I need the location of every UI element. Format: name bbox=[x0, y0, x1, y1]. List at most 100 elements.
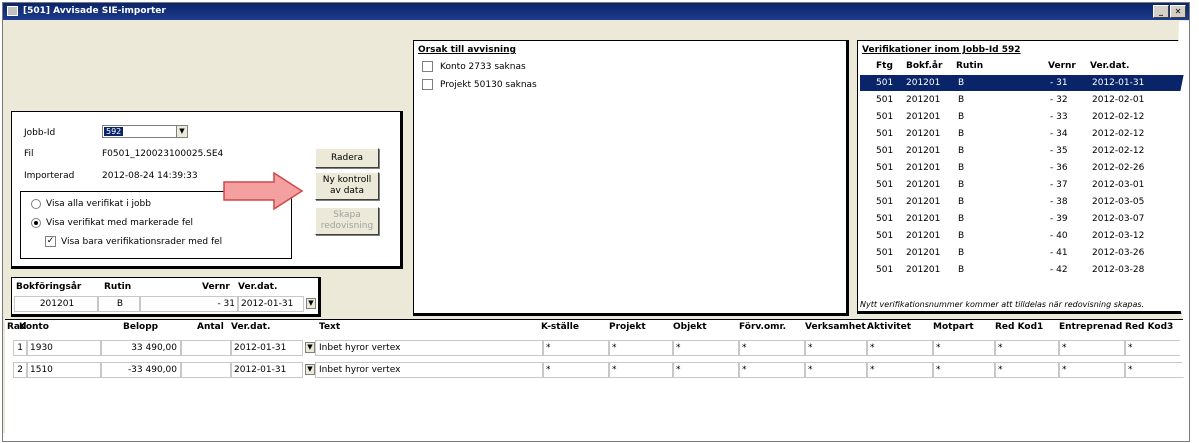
grid-dim-cell[interactable]: * bbox=[1059, 340, 1125, 356]
verifikation-row[interactable]: 501 201201 B - 34 2012-02-12 bbox=[860, 126, 1189, 142]
jobb-id-select[interactable]: 592 ▼ bbox=[102, 125, 188, 138]
minimize-button[interactable]: _ bbox=[1153, 5, 1169, 18]
grid-header: Rad Konto Belopp Antal Ver.dat. Text K-ställe P… bbox=[5, 322, 1189, 336]
grid-header-7: Projekt bbox=[609, 322, 646, 332]
verifikation-row[interactable]: 501 201201 B - 36 2012-02-26 bbox=[860, 160, 1189, 176]
grid-dim-cell[interactable]: * bbox=[933, 340, 995, 356]
ver-vernr: - 33 bbox=[1050, 112, 1068, 122]
grid-dim-cell[interactable]: * bbox=[995, 362, 1059, 378]
ver-datum: 2012-03-01 bbox=[1092, 180, 1145, 190]
ver-datum: 2012-03-12 bbox=[1092, 231, 1145, 241]
grid-dim-cell[interactable]: * bbox=[1125, 340, 1189, 356]
chevron-down-icon[interactable]: ▼ bbox=[305, 364, 315, 375]
ver-ar: 201201 bbox=[906, 265, 941, 275]
grid-antal[interactable] bbox=[181, 340, 231, 356]
grid-belopp[interactable]: -33 490,00 bbox=[101, 362, 181, 378]
rows-grid: Rad Konto Belopp Antal Ver.dat. Text K-ställe P… bbox=[5, 319, 1189, 441]
grid-dim-cell[interactable]: * bbox=[673, 362, 739, 378]
grid-text[interactable]: Inbet hyror vertex bbox=[315, 340, 543, 356]
radio-show-marked[interactable] bbox=[31, 218, 41, 228]
grid-dim-cell[interactable]: * bbox=[995, 340, 1059, 356]
grid-text[interactable]: Inbet hyror vertex bbox=[315, 362, 543, 378]
orsak-title: Orsak till avvisning bbox=[418, 45, 516, 55]
grid-dim-cell[interactable]: * bbox=[543, 362, 609, 378]
chevron-down-icon[interactable]: ▼ bbox=[306, 298, 316, 309]
chevron-down-icon[interactable]: ▼ bbox=[176, 126, 187, 137]
verifikation-row[interactable]: 501 201201 B - 32 2012-02-01 bbox=[860, 92, 1189, 108]
grid-antal[interactable] bbox=[181, 362, 231, 378]
grid-dim-cell[interactable]: * bbox=[805, 362, 867, 378]
bokf-rutin-field[interactable]: B bbox=[98, 296, 140, 312]
grid-header-5: Text bbox=[319, 322, 341, 332]
orsak-checkbox-1[interactable] bbox=[422, 61, 433, 72]
radio-show-all-label: Visa alla verifikat i jobb bbox=[46, 199, 151, 209]
grid-dim-cell[interactable]: * bbox=[805, 340, 867, 356]
orsak-item-2: Projekt 50130 saknas bbox=[440, 80, 537, 90]
radio-show-all[interactable] bbox=[31, 199, 41, 209]
grid-row[interactable]: 2 1510 -33 490,00 2012-01-31 Inbet hyror ver… bbox=[5, 362, 1189, 379]
grid-datum[interactable]: 2012-01-31 bbox=[231, 362, 303, 378]
grid-konto[interactable]: 1930 bbox=[27, 340, 101, 356]
ver-rutin: B bbox=[958, 78, 965, 88]
ver-vernr: - 38 bbox=[1050, 197, 1068, 207]
grid-dim-cell[interactable]: * bbox=[609, 340, 673, 356]
verifikation-row[interactable]: 501 201201 B - 40 2012-03-12 bbox=[860, 228, 1189, 244]
app-icon bbox=[7, 6, 18, 16]
verifikation-row[interactable]: 501 201201 B - 35 2012-02-12 bbox=[860, 143, 1189, 159]
chevron-down-icon[interactable]: ▼ bbox=[305, 342, 315, 353]
bokf-vernr-field[interactable]: - 31 bbox=[140, 296, 238, 312]
grid-dim-cell[interactable]: * bbox=[739, 362, 805, 378]
orsak-checkbox-2[interactable] bbox=[422, 79, 433, 90]
bokf-datum-field[interactable]: 2012-01-31 bbox=[238, 296, 304, 312]
verifikation-row[interactable]: 501 201201 B - 38 2012-03-05 bbox=[860, 194, 1189, 210]
ver-vernr: - 40 bbox=[1050, 231, 1068, 241]
grid-belopp[interactable]: 33 490,00 bbox=[101, 340, 181, 356]
grid-header-3: Antal bbox=[197, 322, 224, 332]
arrow-pointer-icon bbox=[223, 171, 304, 211]
grid-dim-cell[interactable]: * bbox=[933, 362, 995, 378]
verifikation-row[interactable]: 501 201201 B - 42 2012-03-28 bbox=[860, 262, 1189, 278]
checkbox-error-rows[interactable]: ✓ bbox=[45, 236, 56, 247]
grid-dim-cell[interactable]: * bbox=[867, 340, 933, 356]
ver-vernr: - 32 bbox=[1050, 95, 1068, 105]
close-button[interactable]: ✕ bbox=[1170, 5, 1186, 18]
verifikation-row[interactable]: 501 201201 B - 31 2012-01-31 bbox=[860, 75, 1189, 91]
grid-konto[interactable]: 1510 bbox=[27, 362, 101, 378]
orsak-item-1: Konto 2733 saknas bbox=[440, 62, 526, 72]
verifikation-note: Nytt verifikationsnummer kommer att till… bbox=[860, 300, 1145, 309]
grid-header-15: Red Kod3 bbox=[1125, 322, 1174, 332]
grid-datum[interactable]: 2012-01-31 bbox=[231, 340, 303, 356]
ver-datum: 2012-03-05 bbox=[1092, 197, 1145, 207]
verifikation-row[interactable]: 501 201201 B - 33 2012-02-12 bbox=[860, 109, 1189, 125]
grid-dim-cell[interactable]: * bbox=[673, 340, 739, 356]
grid-dim-cell[interactable]: * bbox=[867, 362, 933, 378]
verifikation-row[interactable]: 501 201201 B - 39 2012-03-07 bbox=[860, 211, 1189, 227]
verifikation-row[interactable]: 501 201201 B - 41 2012-03-26 bbox=[860, 245, 1189, 261]
radera-button[interactable]: Radera bbox=[315, 148, 379, 168]
verifikation-list: 501 201201 B - 31 2012-01-31 501 201201 B - 32 20… bbox=[858, 75, 1189, 285]
grid-dim-cell[interactable]: * bbox=[1059, 362, 1125, 378]
ver-vernr: - 36 bbox=[1050, 163, 1068, 173]
grid-dim-cell[interactable]: * bbox=[609, 362, 673, 378]
grid-dim-cell[interactable]: * bbox=[1125, 362, 1189, 378]
grid-dim-cell[interactable]: * bbox=[739, 340, 805, 356]
bokf-header-ar: Bokföringsår bbox=[16, 282, 82, 292]
bokf-header-vernr: Vernr bbox=[202, 282, 230, 292]
grid-row[interactable]: 1 1930 33 490,00 2012-01-31 Inbet hyror vert… bbox=[5, 340, 1189, 357]
ver-vernr: - 41 bbox=[1050, 248, 1068, 258]
ver-ftg: 501 bbox=[876, 129, 894, 139]
ny-kontroll-button[interactable]: Ny kontroll av data bbox=[315, 172, 379, 200]
jobb-id-value: 592 bbox=[104, 127, 124, 136]
ver-ftg: 501 bbox=[876, 180, 894, 190]
bokf-ar-field[interactable]: 201201 bbox=[14, 296, 98, 312]
ver-rutin: B bbox=[958, 248, 965, 258]
ver-rutin: B bbox=[958, 180, 965, 190]
verifikation-row[interactable]: 501 201201 B - 37 2012-03-01 bbox=[860, 177, 1189, 193]
grid-rad[interactable]: 1 bbox=[13, 340, 27, 356]
grid-dim-cell[interactable]: * bbox=[543, 340, 609, 356]
grid-rad[interactable]: 2 bbox=[13, 362, 27, 378]
ver-datum: 2012-02-12 bbox=[1092, 112, 1145, 122]
ver-vernr: - 34 bbox=[1050, 129, 1068, 139]
grid-header-11: Aktivitet bbox=[867, 322, 911, 332]
ver-header-rutin: Rutin bbox=[956, 61, 984, 71]
